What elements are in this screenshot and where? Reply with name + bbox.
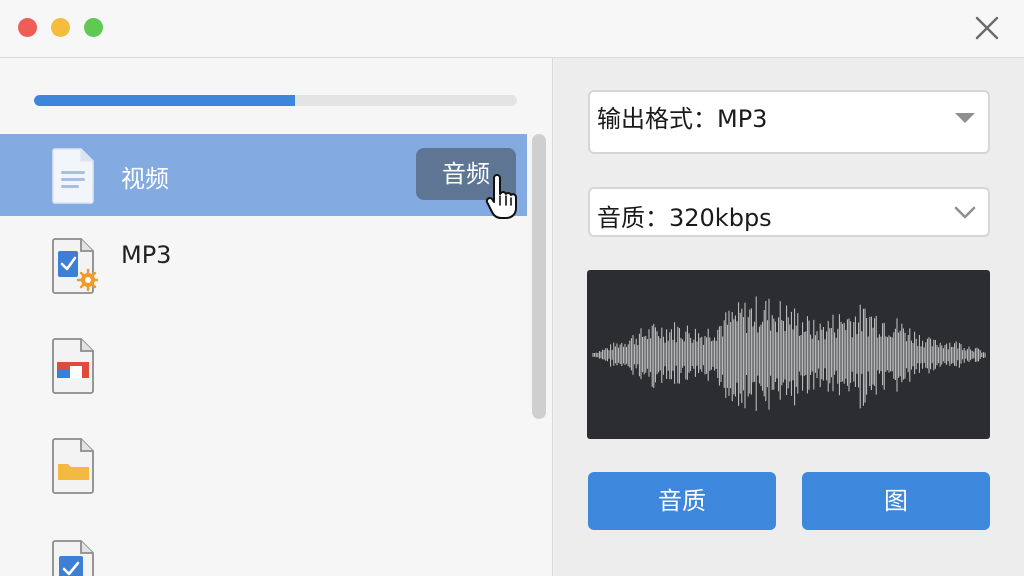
audio-waveform	[587, 270, 990, 439]
triangle-down-icon	[955, 113, 975, 123]
file-list-pane: 视频 音频 MP3	[0, 58, 553, 576]
close-window-button[interactable]	[18, 18, 37, 37]
chevron-down-icon	[954, 206, 976, 219]
folder-file-icon	[52, 438, 94, 494]
minimize-window-button[interactable]	[51, 18, 70, 37]
hand-pointer-icon	[485, 174, 517, 219]
image-button[interactable]: 图	[802, 472, 990, 530]
app-window: 视频 音频 MP3 输出格式：MP3 音质：320kbps 音质 图	[0, 0, 1024, 576]
settings-pane: 输出格式：MP3 音质：320kbps 音质 图	[554, 58, 1024, 576]
quality-button[interactable]: 音质	[588, 472, 776, 530]
title-bar	[0, 0, 1024, 58]
document-icon	[52, 148, 94, 204]
file-item-presentation[interactable]	[0, 318, 527, 400]
progress-fill	[34, 95, 295, 106]
file-item-check[interactable]	[0, 520, 527, 576]
list-scrollbar[interactable]	[532, 134, 546, 419]
conversion-progress-bar	[34, 95, 517, 106]
zoom-window-button[interactable]	[84, 18, 103, 37]
quality-select[interactable]: 音质：320kbps	[588, 187, 990, 237]
waveform-graphic	[592, 296, 986, 411]
file-item-label: 视频	[121, 165, 169, 193]
quality-select-value: 音质：320kbps	[597, 204, 772, 232]
file-item-label: MP3	[121, 241, 172, 269]
check-file-icon	[52, 540, 94, 576]
close-x-icon[interactable]	[974, 15, 1000, 41]
format-select-value: 输出格式：MP3	[597, 105, 768, 133]
document-settings-icon	[52, 238, 98, 294]
file-item-mp3[interactable]: MP3	[0, 216, 527, 298]
file-item-folder[interactable]	[0, 418, 527, 500]
file-item-video[interactable]: 视频 音频	[0, 134, 527, 219]
format-select[interactable]: 输出格式：MP3	[588, 90, 990, 154]
presentation-file-icon	[52, 338, 94, 394]
